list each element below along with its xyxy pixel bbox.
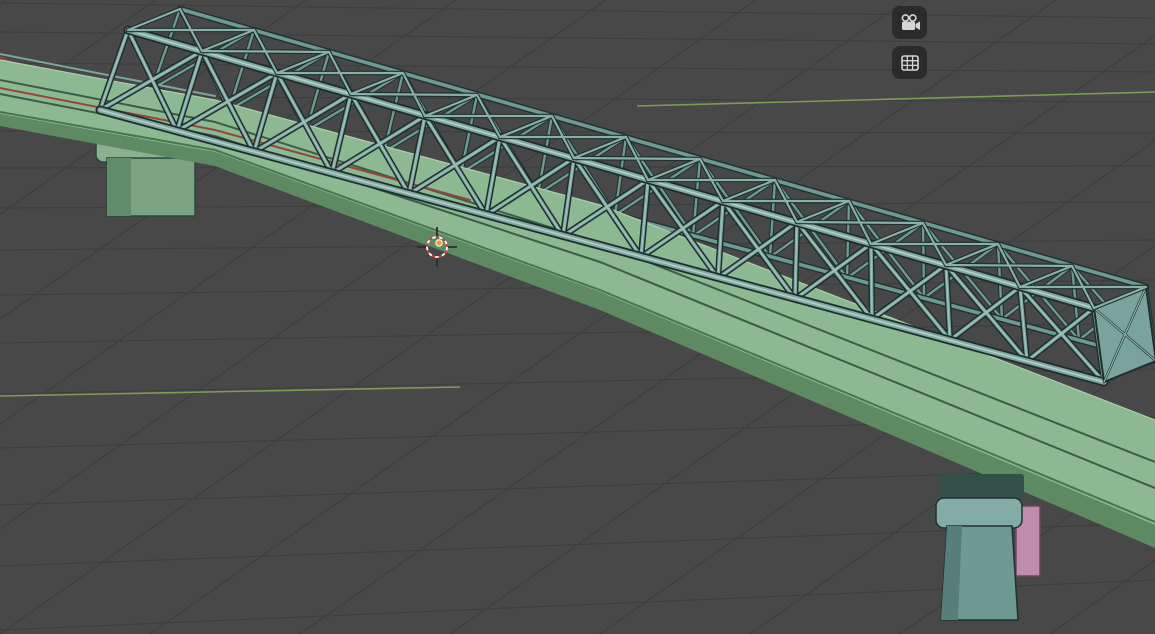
viewport-stage[interactable] (0, 0, 1155, 634)
bearing-shadow (940, 474, 1024, 500)
movie-camera-icon (901, 13, 920, 30)
viewport-3d[interactable] (0, 0, 1155, 634)
grid-icon (900, 54, 919, 71)
camera-switch-button[interactable] (892, 6, 927, 39)
object-origin-dot (435, 239, 443, 247)
grid-overlay-button[interactable] (892, 46, 927, 79)
